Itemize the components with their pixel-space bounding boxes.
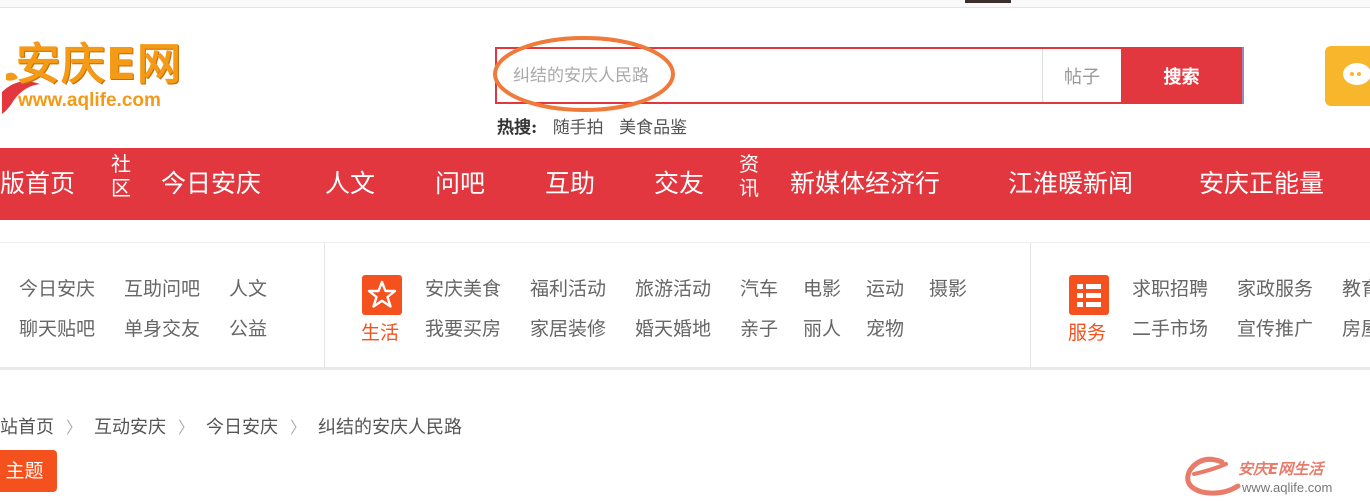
category-link[interactable]: 家居装修 (530, 314, 606, 341)
category-link[interactable]: 公益 (229, 314, 267, 341)
top-strip (0, 0, 1370, 8)
new-topic-button[interactable]: 主题 (0, 450, 57, 492)
nav-item-ask[interactable]: 问吧 (435, 148, 485, 220)
search-button[interactable]: 搜索 (1121, 47, 1244, 104)
service-label: 服务 (1068, 322, 1107, 344)
hot-keyword[interactable]: 随手拍 (553, 118, 604, 138)
chat-bubble-icon (1343, 63, 1370, 85)
nav-item-positive[interactable]: 安庆正能量 (1199, 148, 1324, 220)
divider (324, 243, 325, 368)
watermark: 安庆E网生活 www.aqlife.com (1182, 452, 1367, 502)
watermark-text: 安庆E网生活 (1238, 460, 1324, 478)
category-link[interactable]: 宠物 (866, 314, 904, 341)
logo-url: www.aqlife.com (18, 90, 161, 111)
nav-tag-community: 社区 (111, 152, 131, 200)
breadcrumb-current: 纠结的安庆人民路 (318, 417, 463, 438)
category-link[interactable]: 单身交友 (124, 314, 200, 341)
nav-item-culture[interactable]: 人文 (325, 148, 375, 220)
chat-button[interactable] (1325, 46, 1370, 106)
divider (1030, 243, 1031, 368)
category-link[interactable]: 房屋 (1342, 314, 1370, 341)
nav-item-jianghuai[interactable]: 江淮暖新闻 (1008, 148, 1133, 220)
breadcrumb-separator-icon: 〉 (178, 418, 195, 437)
breadcrumb-separator-icon: 〉 (66, 418, 83, 437)
nav-item-newmedia[interactable]: 新媒体经济行 (790, 148, 940, 220)
category-link[interactable]: 家政服务 (1237, 274, 1313, 301)
category-link[interactable]: 宣传推广 (1237, 314, 1313, 341)
nav-item-home[interactable]: 版首页 (0, 148, 75, 220)
category-panel: 今日安庆 互助问吧 人文 聊天贴吧 单身交友 公益 生活 安庆美食 福利活动 旅… (0, 242, 1370, 370)
hot-search: 热搜: 随手拍 美食品鉴 (497, 113, 697, 138)
category-link[interactable]: 聊天贴吧 (19, 314, 95, 341)
nav-item-help[interactable]: 互助 (545, 148, 595, 220)
category-link[interactable]: 摄影 (929, 274, 967, 301)
star-icon (362, 275, 402, 315)
top-strip-mark (965, 0, 1011, 3)
hot-keyword[interactable]: 美食品鉴 (619, 118, 687, 138)
category-link[interactable]: 安庆美食 (425, 274, 501, 301)
category-link[interactable]: 福利活动 (530, 274, 606, 301)
main-nav: 版首页 社区 今日安庆 人文 问吧 互助 交友 资讯 新媒体经济行 江淮暖新闻 … (0, 148, 1370, 220)
watermark-url: www.aqlife.com (1242, 480, 1333, 495)
search-type-select[interactable]: 帖子 (1042, 49, 1121, 102)
site-logo[interactable]: 安庆E网 www.aqlife.com (0, 22, 200, 122)
breadcrumb: 站首页〉互动安庆〉今日安庆〉纠结的安庆人民路 (0, 413, 462, 439)
search-box: 帖子 搜索 (495, 47, 1244, 104)
category-link[interactable]: 教育 (1342, 274, 1370, 301)
watermark-logo-icon (1185, 456, 1241, 496)
category-link[interactable]: 运动 (866, 274, 904, 301)
category-link[interactable]: 今日安庆 (19, 274, 95, 301)
search-input[interactable] (497, 49, 1042, 102)
list-icon (1069, 275, 1109, 315)
nav-tag-news: 资讯 (739, 152, 759, 200)
category-link[interactable]: 旅游活动 (635, 274, 711, 301)
hot-search-label: 热搜: (497, 118, 538, 138)
logo-title: 安庆E网 (16, 39, 183, 90)
life-label: 生活 (361, 322, 400, 344)
category-link[interactable]: 我要买房 (425, 314, 501, 341)
breadcrumb-today[interactable]: 今日安庆 (206, 417, 278, 438)
breadcrumb-home[interactable]: 站首页 (0, 417, 54, 438)
category-link[interactable]: 丽人 (803, 314, 841, 341)
category-link[interactable]: 二手市场 (1132, 314, 1208, 341)
breadcrumb-interactive[interactable]: 互动安庆 (94, 417, 166, 438)
category-link[interactable]: 亲子 (740, 314, 778, 341)
nav-item-friends[interactable]: 交友 (654, 148, 704, 220)
category-link[interactable]: 电影 (803, 274, 841, 301)
category-link[interactable]: 求职招聘 (1132, 274, 1208, 301)
category-link[interactable]: 互助问吧 (124, 274, 200, 301)
nav-item-today[interactable]: 今日安庆 (161, 148, 261, 220)
breadcrumb-separator-icon: 〉 (290, 418, 307, 437)
category-link[interactable]: 婚天婚地 (635, 314, 711, 341)
category-link[interactable]: 汽车 (740, 274, 778, 301)
category-link[interactable]: 人文 (229, 274, 267, 301)
